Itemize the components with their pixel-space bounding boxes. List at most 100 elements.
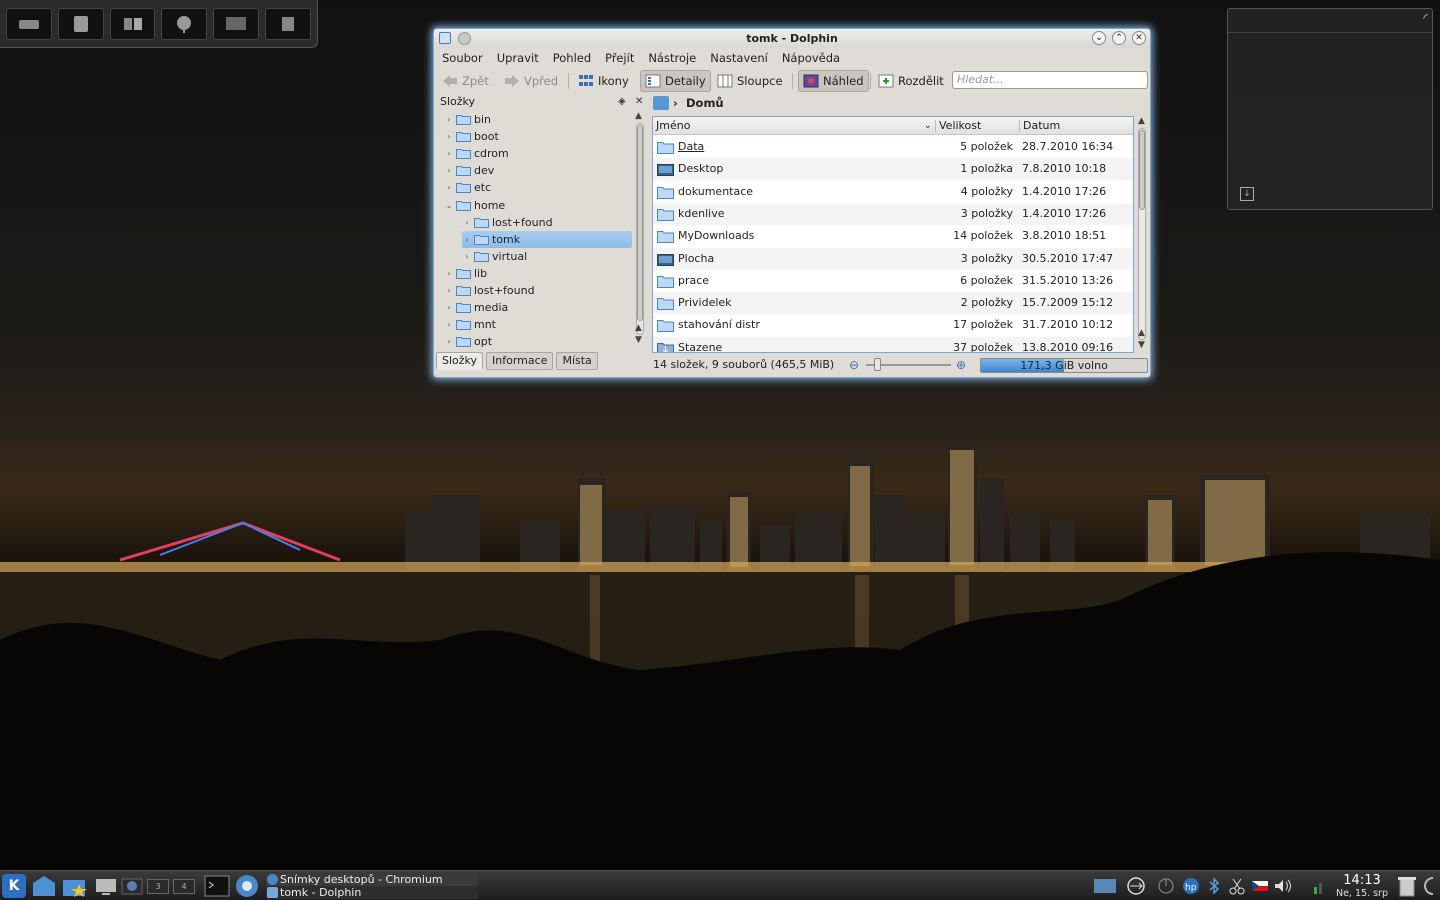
folder-tree-item[interactable]: › lost+found [444,282,632,299]
breadcrumb-chevron-icon[interactable]: › [673,94,678,112]
chevron-right-icon[interactable]: › [444,303,454,312]
chromium-icon[interactable] [234,874,260,898]
digital-clock[interactable]: 14:13 Ne, 15. srp [1330,873,1394,899]
clipboard-scissors-icon[interactable] [1228,877,1246,895]
view-icons-button[interactable]: Ikony [574,70,633,92]
tab-slozky[interactable]: Složky [436,352,484,370]
launcher-drive-button[interactable] [6,8,52,40]
forward-button[interactable]: Vpřed [500,70,562,92]
chevron-right-icon[interactable]: › [444,337,454,346]
chevron-right-icon[interactable]: › [462,252,472,261]
folder-tree-item[interactable]: › mnt [444,316,632,333]
menu-napoveda[interactable]: Nápověda [782,48,840,68]
trash-icon[interactable] [1397,875,1417,897]
minimize-icon[interactable]: ⌄ [1092,31,1106,45]
czech-keyboard-layout-icon[interactable] [1251,877,1269,895]
folder-tree-item[interactable]: › etc [444,179,632,196]
folder-tree-item[interactable]: › lib [444,265,632,282]
sort-chevron-icon[interactable]: ⌄ [924,117,932,135]
table-row[interactable]: Stazene 37 položek 13.8.2010 09:16 [653,336,1133,352]
folder-tree-item[interactable]: › boot [444,128,632,145]
panel-float-icon[interactable]: ◈ [618,94,626,110]
column-date-header[interactable]: Datum [1023,117,1060,135]
panel-close-icon[interactable]: ✕ [635,94,643,110]
chevron-down-icon[interactable]: ⌄ [444,201,454,210]
scroll-up-icon[interactable]: ▲ [1138,116,1145,126]
search-input[interactable]: Hledat... [952,71,1148,89]
pager-desktop-4[interactable]: 4 [173,879,195,894]
close-icon[interactable]: ✕ [1132,31,1146,45]
bluetooth-icon[interactable] [1206,877,1222,895]
menu-soubor[interactable]: Soubor [442,48,483,68]
zoom-out-icon[interactable]: ⊖ [849,355,859,375]
chevron-right-icon[interactable]: › [444,269,454,278]
tab-mista[interactable]: Místa [556,352,598,370]
chevron-right-icon[interactable]: › [444,320,454,329]
folder-tree-item[interactable]: › lost+found [462,214,632,231]
folder-tree-item[interactable]: › dev [444,162,632,179]
favorites-folder-icon[interactable] [61,874,89,898]
kde-menu-button[interactable]: K [2,874,26,898]
folder-tree-item[interactable]: › cdrom [444,145,632,162]
scroll-down-icon[interactable]: ▼ [635,335,642,345]
view-columns-button[interactable]: Sloupce [713,70,787,92]
table-row[interactable]: stahování distr 17 položek 31.7.2010 10:12 [653,314,1133,336]
chevron-right-icon[interactable]: › [444,115,454,124]
show-desktop-icon[interactable] [94,874,118,898]
task-dolphin[interactable]: tomk - Dolphin [266,886,478,899]
menu-pohled[interactable]: Pohled [553,48,591,68]
table-row[interactable]: kdenlive 3 položky 1.4.2010 17:26 [653,202,1133,226]
tab-informace[interactable]: Informace [486,352,554,370]
table-row[interactable]: dokumentace 4 položky 1.4.2010 17:26 [653,181,1133,203]
screen-widget-icon[interactable] [1093,877,1117,895]
scroll-up-icon[interactable]: ▲ [635,323,642,333]
widget-resize-icon[interactable]: ◜ [1423,11,1428,25]
launcher-cpu-button[interactable] [265,8,311,40]
chevron-right-icon[interactable]: › [444,183,454,192]
scrollbar-thumb[interactable] [637,125,643,321]
chevron-right-icon[interactable]: › [444,149,454,158]
hp-printer-icon[interactable]: hp [1180,877,1202,895]
home-folder-icon[interactable] [31,874,57,898]
table-row[interactable]: Prividelek 2 položky 15.7.2009 15:12 [653,292,1133,315]
chevron-right-icon[interactable]: › [444,166,454,175]
maximize-icon[interactable]: ⌃ [1112,31,1126,45]
table-row[interactable]: Desktop 1 položka 7.8.2010 10:18 [653,158,1133,181]
column-size-header[interactable]: Velikost [939,117,981,135]
terminal-icon[interactable] [204,874,230,898]
view-details-button[interactable]: Detaily [640,70,711,92]
volume-icon[interactable] [1273,877,1293,895]
home-icon[interactable] [653,96,669,110]
usb-device-icon[interactable] [1124,877,1148,895]
launcher-network-button[interactable] [161,8,208,40]
task-chromium[interactable]: Snímky desktopů - Chromium [266,873,478,886]
folder-tree-item[interactable]: ⌄ home [444,197,632,214]
menu-prejit[interactable]: Přejít [605,48,634,68]
folder-tree-item[interactable]: › media [444,299,632,316]
launcher-home-button[interactable] [57,8,104,40]
column-name-header[interactable]: Jméno [656,117,690,135]
scrollbar-thumb[interactable] [1139,130,1145,210]
zoom-in-icon[interactable]: ⊕ [956,355,966,375]
chevron-right-icon[interactable]: › [444,132,454,141]
folder-tree-item[interactable]: › bin [444,111,632,128]
power-management-icon[interactable] [1156,877,1176,895]
table-row[interactable]: prace 6 položek 31.5.2010 13:26 [653,270,1133,292]
pager-desktop-2-icon[interactable] [121,874,143,898]
breadcrumb-item-home[interactable]: Domů [686,94,724,112]
table-row[interactable]: MyDownloads 14 položek 3.8.2010 18:51 [653,225,1133,247]
network-status-icon[interactable] [1312,877,1324,895]
window-titlebar[interactable]: tomk - Dolphin ⌄ ⌃ ✕ [434,29,1150,48]
dolphin-app-icon[interactable] [439,32,451,44]
menu-nastroje[interactable]: Nástroje [648,48,696,68]
launcher-devices-button[interactable] [109,8,156,40]
scroll-up-icon[interactable]: ▲ [1138,328,1145,338]
folder-tree-scrollbar[interactable]: ▲ ▲ ▼ [634,111,646,347]
split-view-button[interactable]: Rozdělit [874,70,948,92]
menu-nastaveni[interactable]: Nastavení [710,48,768,68]
note-widget-handle[interactable] [1228,9,1432,33]
scroll-up-icon[interactable]: ▲ [635,111,642,121]
launcher-display-button[interactable] [213,8,260,40]
chevron-right-icon[interactable]: › [462,218,472,227]
chevron-right-icon[interactable]: › [444,286,454,295]
